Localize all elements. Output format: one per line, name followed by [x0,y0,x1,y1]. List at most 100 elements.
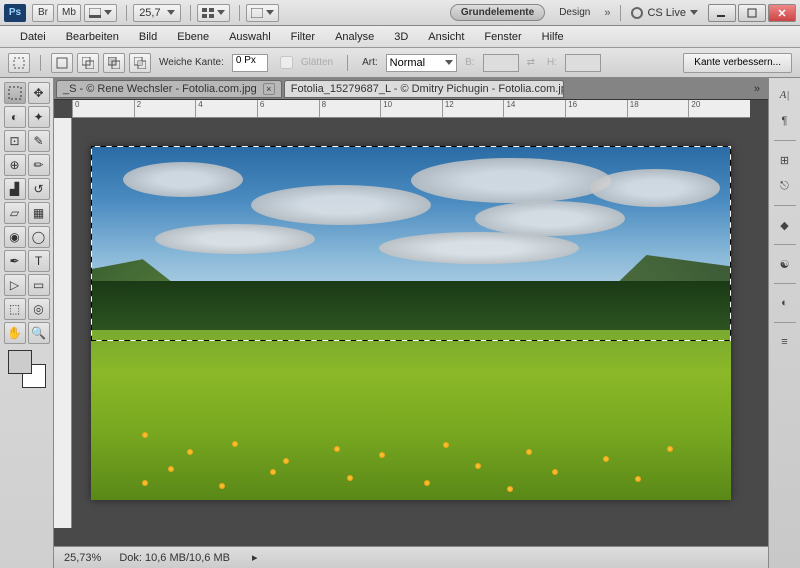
eraser-tool[interactable]: ▱ [4,202,26,224]
workspace-grundelemente[interactable]: Grundelemente [450,4,545,21]
screenmode-button[interactable] [246,4,279,22]
workspace-design[interactable]: Design [549,5,600,20]
minimize-icon [717,8,727,18]
screen-icon [251,8,263,18]
tool-preset-button[interactable] [8,53,30,73]
history-brush-tool[interactable]: ↺ [28,178,50,200]
navigator-panel-icon[interactable]: ⊞ [774,149,796,171]
sel-int-icon [134,57,146,69]
gradient-tool[interactable]: ▦ [28,202,50,224]
close-button[interactable] [768,4,796,22]
vertical-ruler [54,118,72,528]
lasso-tool[interactable]: ◐ [4,106,26,128]
heal-tool[interactable]: ⊕ [4,154,26,176]
zoom-select[interactable]: 25,7 [133,4,181,22]
width-input [483,54,519,72]
doc-tab-1[interactable]: _S - © Rene Wechsler - Fotolia.com.jpg× [56,80,282,98]
menu-ansicht[interactable]: Ansicht [418,31,474,43]
3d-tool[interactable]: ⬚ [4,298,26,320]
3d-camera-tool[interactable]: ◎ [28,298,50,320]
new-selection-button[interactable] [51,53,73,73]
sel-add-icon [82,57,94,69]
sel-sub-icon [108,57,120,69]
menu-fenster[interactable]: Fenster [474,31,531,43]
menu-3d[interactable]: 3D [384,31,418,43]
layout-button[interactable] [84,4,117,22]
close-tab-icon[interactable]: × [263,83,275,95]
height-input [565,54,601,72]
marquee-tool[interactable] [4,82,26,104]
width-label: B: [465,57,474,68]
canvas-area[interactable] [72,118,750,528]
channels-panel-icon[interactable]: ◐ [774,292,796,314]
app-logo: Ps [4,4,26,22]
menu-bearbeiten[interactable]: Bearbeiten [56,31,129,43]
maximize-button[interactable] [738,4,766,22]
status-dok[interactable]: Dok: 10,6 MB/10,6 MB [119,552,230,564]
menu-filter[interactable]: Filter [281,31,325,43]
selection-marquee [91,146,731,341]
antialias-checkbox [280,56,293,69]
status-zoom[interactable]: 25,73% [64,552,101,564]
menu-bild[interactable]: Bild [129,31,167,43]
layers-panel-icon[interactable]: ◆ [774,214,796,236]
minimize-button[interactable] [708,4,736,22]
styles-panel-icon[interactable]: ≡ [774,331,796,353]
subtract-selection-button[interactable] [103,53,125,73]
blur-tool[interactable]: ◉ [4,226,26,248]
color-swatch[interactable] [8,350,46,388]
menu-ebene[interactable]: Ebene [167,31,219,43]
wand-tool[interactable]: ✦ [28,106,50,128]
intersect-selection-button[interactable] [129,53,151,73]
refine-edge-button[interactable]: Kante verbessern... [683,53,792,73]
character-panel-icon[interactable]: A| [774,84,796,106]
style-label: Art: [362,57,378,68]
feather-label: Weiche Kante: [159,57,224,68]
filmstrip-icon [89,8,101,18]
image-grass [91,330,731,500]
paragraph-panel-icon[interactable]: ¶ [774,110,796,132]
path-select-tool[interactable]: ▷ [4,274,26,296]
add-selection-button[interactable] [77,53,99,73]
bridge-button[interactable]: Br [32,4,54,22]
dodge-tool[interactable]: ◯ [28,226,50,248]
move-tool[interactable]: ✥ [28,82,50,104]
minibridge-button[interactable]: Mb [57,4,81,22]
pen-tool[interactable]: ✒ [4,250,26,272]
menu-datei[interactable]: Datei [10,31,56,43]
grid-icon [202,8,214,18]
type-tool[interactable]: T [28,250,50,272]
hand-tool[interactable]: ✋ [4,322,26,344]
3d-panel-icon[interactable]: ⎋ [774,175,796,197]
style-select[interactable]: Normal [386,54,457,72]
close-icon [777,8,787,18]
document-tabs: _S - © Rene Wechsler - Fotolia.com.jpg× … [54,78,768,100]
height-label: H: [547,57,557,68]
menu-auswahl[interactable]: Auswahl [219,31,281,43]
feather-input[interactable]: 0 Px [232,54,268,72]
crop-tool[interactable]: ⊡ [4,130,26,152]
cslive-label[interactable]: CS Live [647,7,686,19]
status-bar: 25,73% Dok: 10,6 MB/10,6 MB ▸ [54,546,768,568]
options-bar: Weiche Kante: 0 Px Glätten Art: Normal B… [0,48,800,78]
arrange-button[interactable] [197,4,230,22]
fg-color[interactable] [8,350,32,374]
cslive-icon [631,7,643,19]
menubar: Datei Bearbeiten Bild Ebene Auswahl Filt… [0,26,800,48]
document-canvas[interactable] [91,146,731,500]
menu-analyse[interactable]: Analyse [325,31,384,43]
doc-tab-2[interactable]: Fotolia_15279687_L - © Dmitry Pichugin -… [284,80,564,98]
workspace-more[interactable]: » [604,7,610,19]
shape-tool[interactable]: ▭ [28,274,50,296]
marquee-icon [13,57,25,69]
right-panel: A| ¶ ⊞ ⎋ ◆ ☯ ◐ ≡ [768,78,800,568]
eyedropper-tool[interactable]: ✎ [28,130,50,152]
tabs-more[interactable]: » [746,83,768,95]
zoom-tool[interactable]: 🔍 [28,322,50,344]
sel-new-icon [56,57,68,69]
titlebar: Ps Br Mb 25,7 Grundelemente Design » CS … [0,0,800,26]
brush-tool[interactable]: ✏ [28,154,50,176]
stamp-tool[interactable]: ▟ [4,178,26,200]
adjustments-panel-icon[interactable]: ☯ [774,253,796,275]
menu-hilfe[interactable]: Hilfe [532,31,574,43]
